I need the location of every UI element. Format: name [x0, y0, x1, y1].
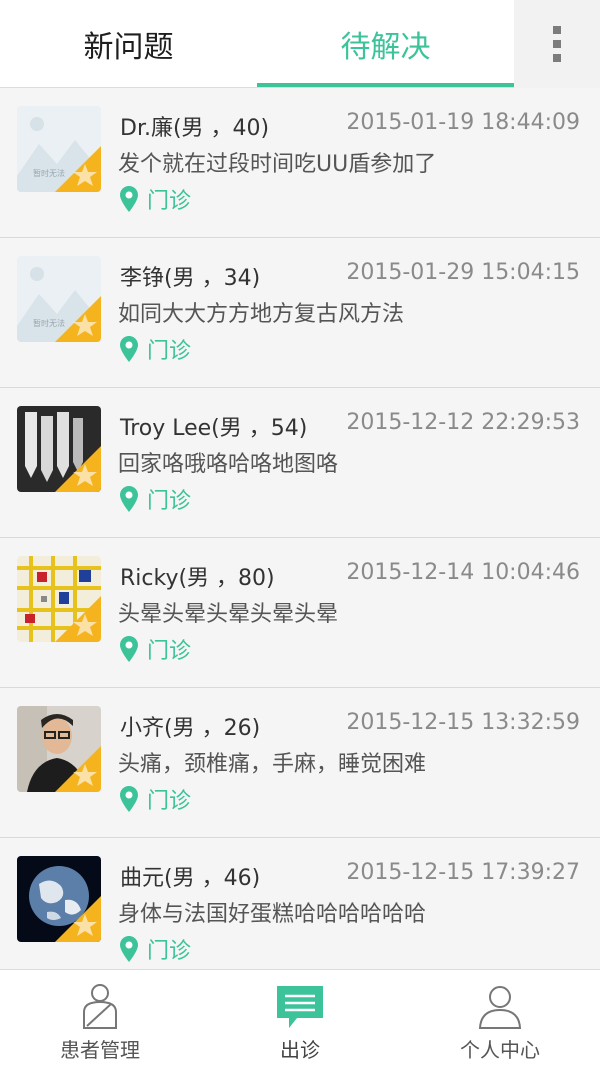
active-tab-indicator — [257, 83, 514, 87]
question-text: 头痛，颈椎痛，手麻，睡觉困难 — [118, 752, 427, 777]
placeholder-text: 暂时无法 — [33, 168, 65, 178]
question-time: 2015-12-15 17:39:27 — [346, 860, 580, 885]
question-text: 头晕头晕头晕头晕头晕 — [118, 602, 339, 627]
tab-pending[interactable]: 待解决 — [257, 0, 514, 88]
clinic-label: 门诊 — [147, 789, 192, 814]
location-pin-icon — [120, 786, 138, 812]
location-pin-icon — [120, 636, 138, 662]
avatar — [17, 856, 101, 942]
question-text: 发个就在过段时间吃UU盾参加了 — [118, 152, 437, 177]
avatar — [17, 406, 101, 492]
question-time: 2015-01-29 15:04:15 — [346, 260, 580, 285]
patient-name: 曲元(男 ，46) — [120, 866, 261, 891]
list-item[interactable]: Troy Lee(男 ，54) 2015-12-12 22:29:53 回家咯哦… — [0, 388, 600, 538]
clinic-tag: 门诊 — [120, 934, 191, 964]
patient-name: 小齐(男 ，26) — [120, 716, 261, 741]
nav-label: 患者管理 — [60, 1038, 140, 1062]
avatar: 暂时无法 — [17, 106, 101, 192]
person-icon — [478, 986, 522, 1029]
clinic-tag: 门诊 — [120, 784, 191, 814]
clinic-label: 门诊 — [147, 939, 192, 964]
list-item[interactable]: 暂时无法 Dr.廉(男 ，40) 2015-01-19 18:44:09 发个就… — [0, 88, 600, 238]
clinic-tag: 门诊 — [120, 484, 191, 514]
clinic-label: 门诊 — [147, 489, 192, 514]
question-time: 2015-12-14 10:04:46 — [346, 560, 580, 585]
tab-new-questions[interactable]: 新问题 — [0, 0, 257, 88]
avatar — [17, 556, 101, 642]
nav-patient-management[interactable]: 患者管理 — [0, 970, 200, 1067]
placeholder-text: 暂时无法 — [33, 318, 65, 328]
nav-label: 出诊 — [280, 1038, 320, 1062]
bottom-nav: 患者管理 出诊 个人中心 — [0, 969, 600, 1067]
question-time: 2015-12-12 22:29:53 — [346, 410, 580, 435]
more-menu-icon[interactable] — [514, 0, 600, 88]
tab-new-label: 新问题 — [83, 30, 174, 65]
tab-pending-label: 待解决 — [340, 30, 431, 65]
question-time: 2015-01-19 18:44:09 — [346, 110, 580, 135]
clinic-label: 门诊 — [147, 339, 192, 364]
question-text: 如同大大方方地方复古风方法 — [118, 302, 405, 327]
clinic-tag: 门诊 — [120, 634, 191, 664]
nav-personal-center[interactable]: 个人中心 — [400, 970, 600, 1067]
question-time: 2015-12-15 13:32:59 — [346, 710, 580, 735]
question-list: 暂时无法 Dr.廉(男 ，40) 2015-01-19 18:44:09 发个就… — [0, 88, 600, 969]
list-item[interactable]: Ricky(男 ，80) 2015-12-14 10:04:46 头晕头晕头晕头… — [0, 538, 600, 688]
avatar: 暂时无法 — [17, 256, 101, 342]
question-text: 回家咯哦咯哈咯地图咯 — [118, 452, 339, 477]
clinic-tag: 门诊 — [120, 334, 191, 364]
location-pin-icon — [120, 186, 138, 212]
location-pin-icon — [120, 336, 138, 362]
nav-label: 个人中心 — [460, 1038, 540, 1062]
nav-visit[interactable]: 出诊 — [200, 970, 400, 1067]
avatar — [17, 706, 101, 792]
chat-icon — [277, 986, 323, 1028]
patient-name: Dr.廉(男 ，40) — [120, 116, 270, 141]
question-text: 身体与法国好蛋糕哈哈哈哈哈哈 — [118, 902, 427, 927]
patient-name: Ricky(男 ，80) — [120, 566, 275, 591]
top-tab-bar: 新问题 待解决 — [0, 0, 600, 88]
patient-icon — [83, 984, 117, 1029]
location-pin-icon — [120, 486, 138, 512]
clinic-label: 门诊 — [147, 189, 192, 214]
list-item[interactable]: 暂时无法 李铮(男 ，34) 2015-01-29 15:04:15 如同大大方… — [0, 238, 600, 388]
clinic-label: 门诊 — [147, 639, 192, 664]
patient-name: 李铮(男 ，34) — [120, 266, 261, 291]
list-item[interactable]: 小齐(男 ，26) 2015-12-15 13:32:59 头痛，颈椎痛，手麻，… — [0, 688, 600, 838]
list-item[interactable]: 曲元(男 ，46) 2015-12-15 17:39:27 身体与法国好蛋糕哈哈… — [0, 838, 600, 969]
location-pin-icon — [120, 936, 138, 962]
patient-name: Troy Lee(男 ，54) — [120, 416, 308, 441]
clinic-tag: 门诊 — [120, 184, 191, 214]
